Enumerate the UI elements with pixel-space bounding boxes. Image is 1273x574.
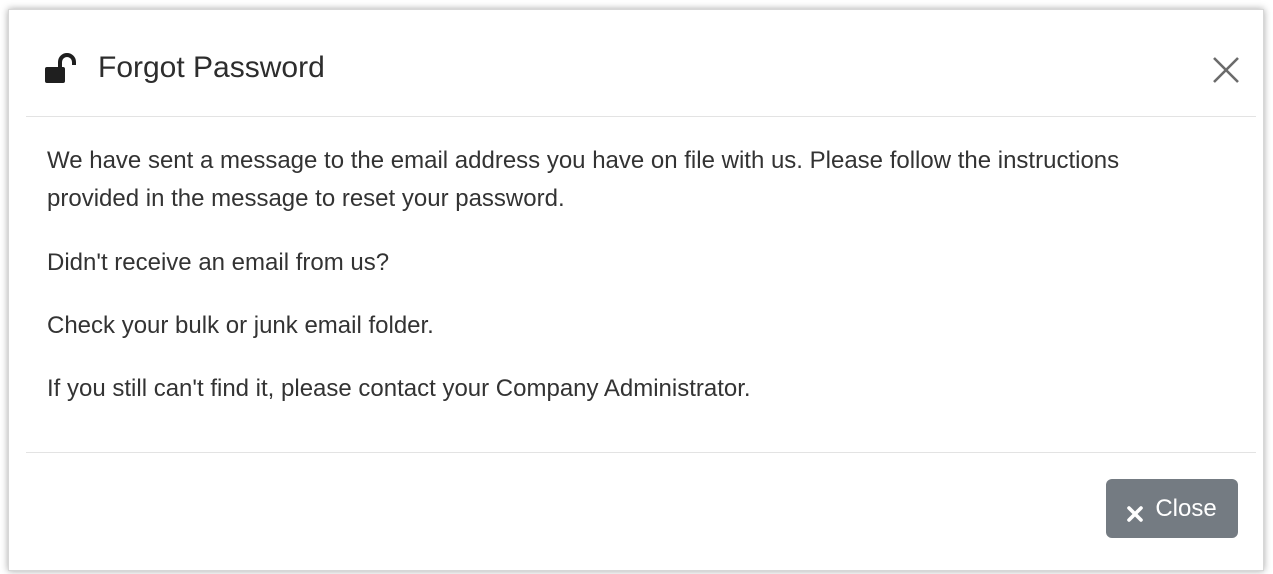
close-button-label: Close: [1155, 494, 1217, 522]
times-icon: [1127, 501, 1144, 522]
message-line-2: provided in the message to reset your pa…: [47, 185, 565, 212]
footer-divider: [26, 452, 1256, 453]
contact-admin-hint: If you still can't find it, please conta…: [47, 375, 751, 402]
close-button[interactable]: Close: [1106, 479, 1238, 538]
close-icon[interactable]: [1210, 54, 1242, 86]
message-line-1: We have sent a message to the email addr…: [47, 147, 1120, 174]
forgot-password-dialog: Forgot Password We have sent a message t…: [8, 9, 1264, 571]
no-email-question: Didn't receive an email from us?: [47, 249, 390, 276]
dialog-title: Forgot Password: [98, 51, 325, 84]
unlock-icon: [45, 52, 77, 84]
dialog-header: Forgot Password: [9, 10, 1263, 116]
screen: Forgot Password We have sent a message t…: [0, 0, 1273, 574]
header-divider: [26, 116, 1256, 117]
check-junk-hint: Check your bulk or junk email folder.: [47, 312, 434, 339]
